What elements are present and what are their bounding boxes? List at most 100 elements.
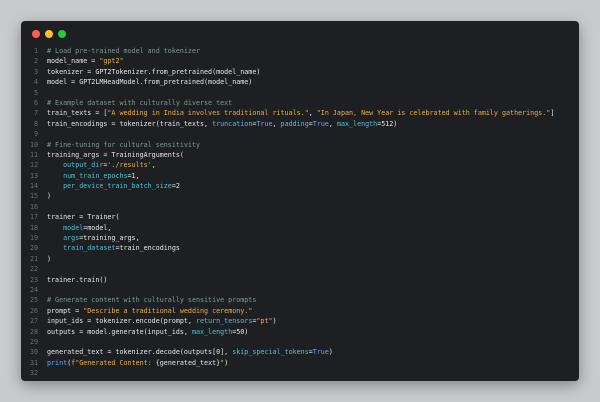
line-number: 28 (29, 327, 38, 336)
code-token: True (312, 119, 329, 128)
code-line: 22 (21, 264, 579, 274)
line-number: 16 (29, 202, 38, 211)
code-line: 31 print(f"Generated Content: {generated_… (21, 358, 579, 368)
code-token: ) (47, 192, 52, 201)
code-line: 25 # Generate content with culturally sen… (21, 295, 579, 305)
line-number: 24 (29, 285, 38, 294)
code-token: per_device_train_batch_size (63, 182, 172, 191)
code-line: 7 train_texts = ["A wedding in India invo… (21, 108, 579, 118)
code-line: 1 # Load pre-trained model and tokenizer (21, 46, 579, 56)
code-line: 13 num_train_epochs=1, (21, 171, 579, 181)
code-token: , (151, 161, 156, 170)
line-number: 6 (33, 98, 38, 107)
line-number: 3 (33, 67, 38, 76)
code-token: outputs = model.generate(input_ids, (47, 327, 192, 336)
line-number: 14 (29, 182, 38, 191)
line-number: 8 (33, 119, 38, 128)
code-token: max_length (191, 327, 233, 336)
code-token: ] (550, 109, 555, 118)
code-line: 16 (21, 202, 579, 212)
code-token: train_dataset (63, 244, 116, 253)
code-line: 12 output_dir='./results', (21, 160, 579, 170)
line-number: 18 (29, 223, 38, 232)
code-line: 8 train_encodings = tokenizer(train_texts… (21, 119, 579, 129)
line-number: 32 (29, 369, 38, 378)
line-number: 15 (29, 192, 38, 201)
code-line: 26 prompt = "Describe a traditional weddi… (21, 306, 579, 316)
code-token: tokenizer = GPT2Tokenizer.from_pretraine… (47, 67, 261, 76)
code-token: f"Generated Content: (71, 358, 156, 367)
line-number: 19 (29, 234, 38, 243)
maximize-button[interactable] (58, 30, 66, 38)
code-token: padding (280, 119, 309, 128)
code-line: 19 args=training_args, (21, 233, 579, 243)
code-token: =1, (127, 171, 140, 180)
code-line: 15) (21, 191, 579, 201)
code-line: 28 outputs = model.generate(input_ids, ma… (21, 327, 579, 337)
code-line: 14 per_device_train_batch_size=2 (21, 181, 579, 191)
code-token: True (312, 348, 329, 357)
line-number: 31 (29, 358, 38, 367)
line-number: 2 (33, 57, 38, 66)
code-token: ) (224, 358, 229, 367)
code-token: "In Japan, New Year is celebrated with f… (316, 109, 551, 118)
code-token: {generated_text} (155, 358, 221, 367)
line-number: 20 (29, 244, 38, 253)
code-line: 4 model = GPT2LMHeadModel.from_pretrained… (21, 77, 579, 87)
code-token: =512) (377, 119, 398, 128)
code-line: 9 (21, 129, 579, 139)
code-token: training_args = TrainingArguments( (47, 150, 184, 159)
code-editor[interactable]: 1 # Load pre-trained model and tokenizer 2… (21, 46, 579, 379)
code-line: 21) (21, 254, 579, 264)
code-token: train_encodings = tokenizer(train_texts, (47, 119, 213, 128)
code-token: args (63, 234, 80, 243)
line-number: 21 (29, 254, 38, 263)
line-number: 11 (29, 150, 38, 159)
code-token: # Generate content with culturally sensi… (47, 296, 257, 305)
code-line: 29 (21, 337, 579, 347)
window-titlebar (21, 21, 579, 47)
line-number: 30 (29, 348, 38, 357)
code-token: max_length (336, 119, 378, 128)
code-line: 2 model_name = "gpt2" (21, 56, 579, 66)
code-line: 23 trainer.train() (21, 275, 579, 285)
code-line: 18 model=model, (21, 223, 579, 233)
code-token: =model, (83, 223, 112, 232)
code-token: output_dir (63, 161, 104, 170)
code-token: # Example dataset with culturally divers… (47, 98, 233, 107)
code-line: 27 input_ids = tokenizer.encode(prompt, r… (21, 316, 579, 326)
code-token: trainer.train() (47, 275, 108, 284)
code-token: ) (47, 254, 52, 263)
code-token: './results' (107, 161, 152, 170)
code-token: "pt" (256, 317, 273, 326)
code-token: =2 (171, 182, 180, 191)
line-number: 4 (33, 78, 38, 87)
line-number: 26 (29, 306, 38, 315)
line-number: 9 (33, 130, 38, 139)
code-token: num_train_epochs (63, 171, 128, 180)
code-window: 1 # Load pre-trained model and tokenizer 2… (21, 21, 579, 381)
line-number: 29 (29, 337, 38, 346)
code-line: 5 (21, 88, 579, 98)
code-token: return_tensors (195, 317, 253, 326)
code-token: # Load pre-trained model and tokenizer (47, 47, 200, 55)
code-line: 32 (21, 368, 579, 378)
code-token: input_ids = tokenizer.encode(prompt, (47, 317, 196, 326)
code-token: True (256, 119, 273, 128)
code-token: "gpt2" (99, 57, 124, 66)
code-token: print (47, 358, 68, 367)
code-token: , (308, 109, 317, 118)
code-token: trainer = Trainer( (47, 213, 120, 222)
code-token: generated_text = tokenizer.decode(output… (47, 348, 233, 357)
code-token: =training_args, (79, 234, 140, 243)
close-button[interactable] (32, 30, 40, 38)
code-line: 17 trainer = Trainer( (21, 212, 579, 222)
minimize-button[interactable] (45, 30, 53, 38)
line-number: 27 (29, 317, 38, 326)
code-token: ) (272, 317, 277, 326)
code-token: model = GPT2LMHeadModel.from_pretrained(… (47, 78, 253, 87)
